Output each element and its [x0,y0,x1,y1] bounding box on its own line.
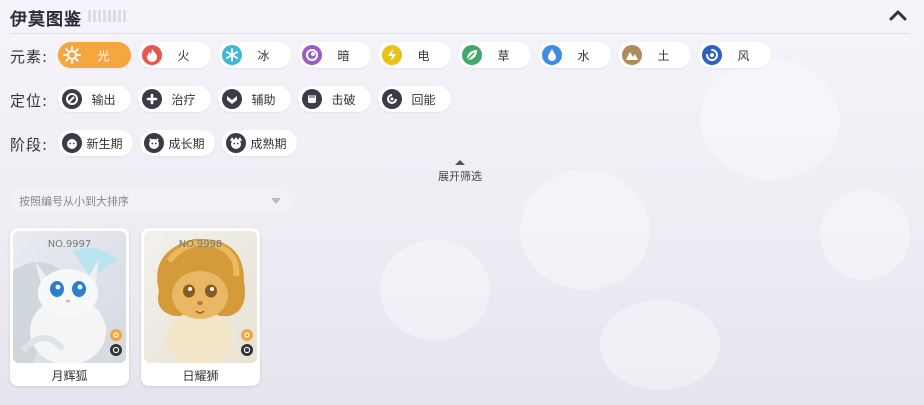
creature-name: 月辉狐 [51,369,88,383]
chip-label: 新生期 [86,136,123,151]
element-chip-fire[interactable]: 火 [138,42,211,68]
chip-label: 电 [417,48,430,63]
caret-up-icon [455,160,465,165]
page-title: 伊莫图鉴 [10,10,82,30]
background-decoration [380,240,490,340]
stage-filter-label: 阶段: [10,136,49,154]
energy-recharge-icon [382,89,402,109]
background-decoration [520,170,650,290]
expand-filters-button[interactable]: 展开筛选 [432,160,488,184]
newborn-face-icon [62,133,82,153]
light-element-badge-icon [241,329,253,341]
sort-dropdown[interactable]: 按照编号从小到大排序 [10,189,291,213]
role-chip-energy[interactable]: 回能 [378,86,451,112]
element-chip-light[interactable]: 光 [58,42,131,68]
background-decoration [820,190,910,280]
growth-face-icon [144,133,164,153]
damage-icon [62,89,82,109]
role-chip-support[interactable]: 辅助 [218,86,291,112]
snowflake-icon [222,45,242,65]
support-icon [222,89,242,109]
stage-chip-mature[interactable]: 成熟期 [222,130,297,156]
chip-label: 输出 [91,92,116,107]
leaf-icon [462,45,482,65]
role-chip-heal[interactable]: 治疗 [138,86,211,112]
chip-label: 成熟期 [250,136,287,151]
fist-icon [302,89,322,109]
lightning-icon [382,45,402,65]
creature-number: NO.9998 [178,239,223,250]
header-divider [10,33,910,34]
creature-portrait-sun-lion [144,231,257,363]
chip-label: 辅助 [251,92,276,107]
chip-label: 土 [657,48,670,63]
sun-icon [62,45,82,65]
chip-label: 水 [577,48,590,63]
expand-filters-label: 展开筛选 [438,170,482,183]
chip-label: 冰 [257,48,270,63]
chip-label: 光 [97,48,110,63]
element-chip-grass[interactable]: 草 [458,42,531,68]
dark-swirl-icon [302,45,322,65]
flame-icon [142,45,162,65]
element-chip-water[interactable]: 水 [538,42,611,68]
background-decoration [600,300,720,390]
element-chip-electric[interactable]: 电 [378,42,451,68]
role-filter-label: 定位: [10,92,49,110]
chevron-up-icon [889,10,907,21]
creature-name: 日耀狮 [182,369,219,383]
chip-label: 火 [177,48,190,63]
creature-card[interactable]: NO.9997 月辉狐 [10,228,129,386]
creature-portrait-moon-fox [13,231,126,363]
chip-label: 击破 [331,92,356,107]
element-filter-label: 元素: [10,48,49,66]
dropdown-caret-icon [271,198,281,204]
creature-number: NO.9997 [47,239,92,250]
header: 伊莫图鉴 [0,0,924,34]
stage-chip-newborn[interactable]: 新生期 [58,130,133,156]
element-chip-ice[interactable]: 冰 [218,42,291,68]
light-element-badge-icon [110,329,122,341]
chip-label: 草 [497,48,510,63]
chip-label: 风 [737,48,750,63]
damage-role-badge-icon [110,344,122,356]
chip-label: 回能 [411,92,436,107]
sort-dropdown-value: 按照编号从小到大排序 [19,195,129,208]
heal-cross-icon [142,89,162,109]
damage-role-badge-icon [241,344,253,356]
wind-swirl-icon [702,45,722,65]
creature-card[interactable]: NO.9998 日耀狮 [141,228,260,386]
element-chip-wind[interactable]: 风 [698,42,771,68]
chip-label: 治疗 [171,92,196,107]
title-decoration [88,10,128,22]
collapse-button[interactable] [886,4,910,26]
element-chip-earth[interactable]: 土 [618,42,691,68]
chip-label: 暗 [337,48,350,63]
mature-face-icon [226,133,246,153]
chip-label: 成长期 [168,136,205,151]
role-chip-damage[interactable]: 输出 [58,86,131,112]
water-drop-icon [542,45,562,65]
role-chip-break[interactable]: 击破 [298,86,371,112]
element-chip-dark[interactable]: 暗 [298,42,371,68]
mountain-icon [622,45,642,65]
background-decoration [700,60,840,180]
stage-chip-growth[interactable]: 成长期 [140,130,215,156]
